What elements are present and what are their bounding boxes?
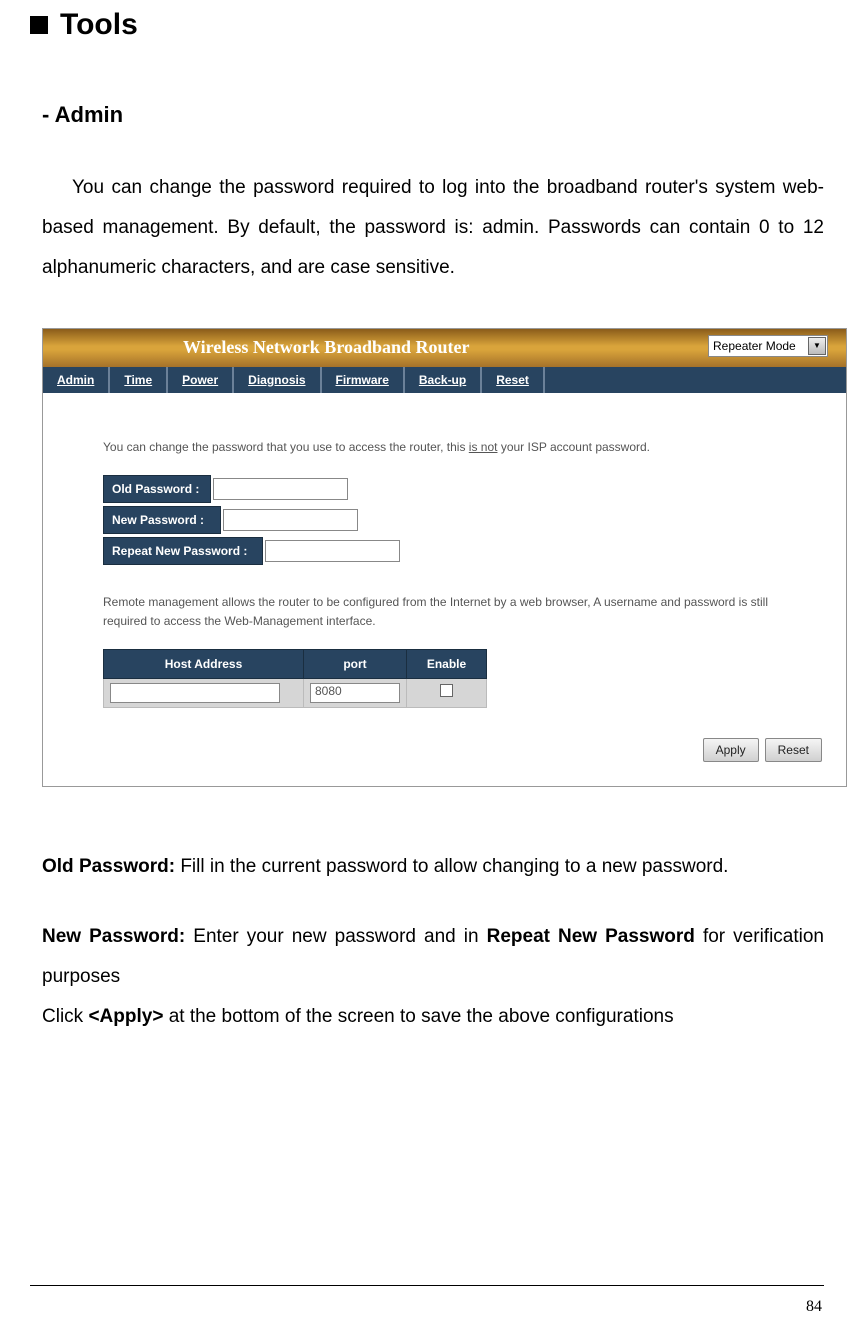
repeat-password-row: Repeat New Password : — [103, 537, 786, 565]
section-title: Tools — [30, 8, 824, 42]
table-header-port: port — [304, 650, 407, 679]
page-number: 84 — [806, 1298, 822, 1316]
tab-firmware[interactable]: Firmware — [322, 367, 405, 393]
tab-bar: Admin Time Power Diagnosis Firmware Back… — [43, 367, 846, 393]
button-row: Apply Reset — [43, 728, 846, 786]
router-title: Wireless Network Broadband Router — [183, 337, 470, 358]
repeat-password-label: Repeat New Password : — [103, 537, 263, 565]
new-password-row: New Password : — [103, 506, 786, 534]
router-screenshot: Wireless Network Broadband Router Repeat… — [42, 328, 847, 788]
apply-description: Click <Apply> at the bottom of the scree… — [42, 997, 824, 1037]
tab-admin[interactable]: Admin — [43, 367, 110, 393]
page-rule — [30, 1285, 824, 1286]
table-header-enable: Enable — [407, 650, 487, 679]
old-password-row: Old Password : — [103, 475, 786, 503]
old-password-input[interactable] — [213, 478, 348, 500]
router-content: You can change the password that you use… — [43, 393, 846, 729]
repeat-password-input[interactable] — [265, 540, 400, 562]
mode-select[interactable]: Repeater Mode ▼ — [708, 335, 828, 357]
section-title-text: Tools — [60, 8, 138, 42]
host-address-input[interactable] — [110, 683, 280, 703]
new-password-description: New Password: Enter your new password an… — [42, 917, 824, 997]
tab-power[interactable]: Power — [168, 367, 234, 393]
apply-button[interactable]: Apply — [703, 738, 759, 762]
new-password-input[interactable] — [223, 509, 358, 531]
table-header-host: Host Address — [104, 650, 304, 679]
tab-reset[interactable]: Reset — [482, 367, 545, 393]
reset-button[interactable]: Reset — [765, 738, 822, 762]
subsection-title: - Admin — [42, 102, 824, 128]
old-password-label: Old Password : — [103, 475, 211, 503]
chevron-down-icon: ▼ — [808, 337, 826, 355]
old-password-description: Old Password: Fill in the current passwo… — [42, 847, 824, 887]
intro-text: You can change the password required to … — [42, 168, 824, 288]
bullet-icon — [30, 16, 48, 34]
mode-select-value: Repeater Mode — [713, 339, 796, 353]
remote-help-text: Remote management allows the router to b… — [103, 593, 786, 631]
port-input[interactable]: 8080 — [310, 683, 400, 703]
remote-management-table: Host Address port Enable 8080 — [103, 649, 487, 708]
tab-time[interactable]: Time — [110, 367, 168, 393]
table-row: 8080 — [104, 679, 487, 708]
tab-diagnosis[interactable]: Diagnosis — [234, 367, 321, 393]
new-password-label: New Password : — [103, 506, 221, 534]
tab-backup[interactable]: Back-up — [405, 367, 482, 393]
password-help-text: You can change the password that you use… — [103, 438, 786, 457]
router-header: Wireless Network Broadband Router Repeat… — [43, 329, 846, 367]
enable-checkbox[interactable] — [440, 684, 453, 697]
